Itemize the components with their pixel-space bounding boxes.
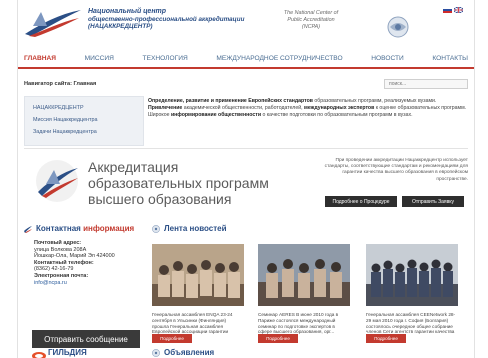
org-name-en-line3: (NCPA) — [301, 24, 321, 30]
address-line2: Йошкар-Ола, Марий Эл 424000 — [34, 253, 115, 260]
banner-title: Аккредитация образовательных программ вы… — [88, 159, 298, 207]
accreditation-logo-icon — [36, 160, 78, 202]
procedure-details-button[interactable]: Подробнее о Процедуре — [325, 196, 397, 207]
banner-text: При проведении аккредитации Нацаккредцен… — [324, 158, 468, 182]
desc-bold-2: Привлечение — [148, 104, 183, 111]
news-card: Семинар AERES В июне 2010 года в Париже … — [258, 244, 350, 334]
globe-emblem-icon — [387, 16, 409, 38]
org-name-en: The National Center of Public Accreditat… — [271, 10, 351, 31]
contact-section-icon — [24, 226, 32, 233]
email-label: Электронная почта: — [34, 272, 89, 279]
email-link[interactable]: info@ncpa.ru — [34, 280, 144, 287]
submenu-item-mission[interactable]: Миссия Нацаккредцентра — [33, 117, 98, 123]
nav-item-contacts[interactable]: КОНТАКТЫ — [432, 55, 468, 62]
section-divider — [24, 148, 468, 149]
page: Национальный центр общественно-профессио… — [0, 0, 488, 358]
english-flag-icon[interactable] — [454, 7, 463, 13]
contact-info: Почтовый адрес: улица Волкова 208А Йошка… — [34, 240, 144, 286]
submenu-item-tasks[interactable]: Задачи Нацаккредцентра — [33, 129, 97, 135]
submenu-item-ncpa[interactable]: НАЦАККРЕДЦЕНТР — [33, 105, 84, 111]
banner-title-line3: высшего образования — [88, 191, 232, 207]
desc-bold-1: Определение, развитие и применение Европ… — [148, 98, 313, 104]
org-name-ru: Национальный центр общественно-профессио… — [88, 8, 258, 31]
guild-logo-icon — [32, 352, 46, 358]
breadcrumb-row: Навигатор сайта: Главная — [18, 78, 474, 92]
send-message-button[interactable]: Отправить сообщение — [32, 330, 140, 348]
site-header: Национальный центр общественно-профессио… — [18, 0, 474, 48]
contacts-title-part2: информация — [83, 224, 135, 233]
news-photo-aeres[interactable] — [258, 244, 350, 306]
news-section-icon — [152, 225, 160, 233]
org-name-ru-line3: (НАЦАККРЕДЦЕНТР) — [88, 23, 153, 31]
desc-bold-4: информирование общественности — [170, 111, 262, 118]
org-name-en-line1: The National Center of — [283, 10, 339, 16]
org-name-en-line2: Public Accreditation — [287, 17, 335, 23]
announcements-title: Объявления — [164, 348, 215, 357]
contacts-title: Контактная информация — [36, 224, 134, 233]
desc-text-2: академической общественности, работодате… — [182, 104, 304, 111]
announcements-section-icon — [152, 349, 160, 357]
banner-title-line2: образовательных программ — [88, 175, 269, 191]
news-title: Лента новостей — [164, 224, 227, 233]
guild-name: ГИЛЬДИЯ — [48, 349, 87, 357]
send-application-button[interactable]: Отправить Заявку — [402, 196, 464, 207]
news-more-button-1[interactable]: Подробнее — [152, 334, 192, 343]
side-submenu: НАЦАККРЕДЦЕНТР Миссия Нацаккредцентра За… — [24, 96, 144, 146]
nav-item-technology[interactable]: ТЕХНОЛОГИЯ — [143, 55, 188, 62]
russian-flag-icon[interactable] — [443, 7, 452, 13]
nav-item-home[interactable]: ГЛАВНАЯ — [24, 55, 56, 62]
nav-item-international[interactable]: МЕЖДУНАРОДНОЕ СОТРУДНИЧЕСТВО — [216, 55, 342, 62]
address-label: Почтовый адрес: — [34, 240, 82, 246]
news-more-button-2[interactable]: Подробнее — [258, 334, 298, 343]
desc-text-1: образовательных программ, реализуемых ву… — [312, 98, 437, 104]
mission-description: Определение, развитие и применение Европ… — [148, 98, 470, 118]
search-input[interactable] — [384, 79, 468, 89]
news-photo-ceenetwork[interactable] — [366, 244, 458, 306]
language-switcher — [443, 7, 463, 13]
phone-value: (8362) 42-16-79 — [34, 266, 74, 273]
news-text: Семинар AERES В июне 2010 года в Париже … — [258, 312, 339, 335]
breadcrumb: Навигатор сайта: Главная — [24, 81, 97, 87]
site-frame: Национальный центр общественно-профессио… — [17, 0, 475, 358]
phone-label: Контактный телефон: — [34, 259, 94, 266]
org-name-ru-line2: общественно-профессиональной аккредитаци… — [88, 15, 245, 23]
news-card: Генеральная ассамблея CEENetwork 28-29 м… — [366, 244, 458, 340]
contacts-title-part1: Контактная — [36, 224, 81, 233]
desc-bold-3: международных экспертов — [304, 104, 375, 111]
main-nav: ГЛАВНАЯ МИССИЯ ТЕХНОЛОГИЯ МЕЖДУНАРОДНОЕ … — [18, 50, 474, 69]
guild-line1: ГИЛЬДИЯ — [48, 348, 87, 357]
news-card: Генеральная ассамблея ENQA 23-24 сентябр… — [152, 244, 244, 340]
nav-item-mission[interactable]: МИССИЯ — [85, 55, 114, 62]
org-name-ru-line1: Национальный центр — [88, 8, 167, 15]
desc-text-4: о качестве подготовки по образовательным… — [261, 111, 413, 118]
banner-title-line1: Аккредитация — [88, 159, 179, 175]
nav-item-news[interactable]: НОВОСТИ — [371, 55, 404, 62]
ncpa-logo-icon[interactable] — [23, 6, 83, 38]
news-photo-enqa[interactable] — [152, 244, 244, 306]
news-more-button-3[interactable]: Подробнее — [366, 334, 406, 343]
